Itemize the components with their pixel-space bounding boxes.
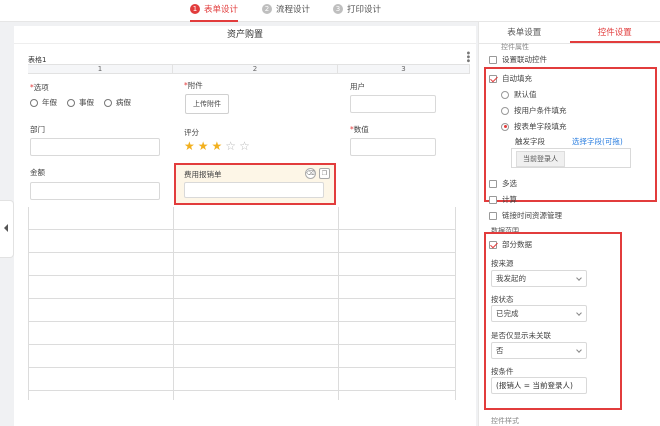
panel-tabs: 表单设置 控件设置 xyxy=(479,22,660,44)
expense-report-input[interactable] xyxy=(184,182,324,198)
step-print-design[interactable]: 3 打印设计 xyxy=(333,3,381,22)
star-icon[interactable]: ★ xyxy=(184,140,195,152)
column-header: 3 xyxy=(338,65,470,73)
rating-stars[interactable]: ★ ★ ★ ☆ ☆ xyxy=(184,140,250,152)
step-number-2: 2 xyxy=(262,4,272,14)
step-label: 流程设计 xyxy=(276,5,311,15)
column-header-row: 1 2 3 xyxy=(28,64,470,74)
trigger-field-row: 触发字段 选择字段(可拖) xyxy=(515,136,623,147)
table-grid: 1 2 3 xyxy=(28,64,470,74)
step-flow-design[interactable]: 2 流程设计 xyxy=(262,3,310,22)
fill-option-default[interactable]: 默认值 xyxy=(501,89,537,100)
trigger-field-label: 触发字段 xyxy=(515,137,545,146)
select-field-link[interactable]: 选择字段(可拖) xyxy=(572,136,623,147)
step-number-1: 1 xyxy=(190,4,200,14)
control-style-heading-cut: 控件样式 xyxy=(491,417,519,425)
amount-label: 金额 xyxy=(30,168,45,177)
star-outline-icon[interactable]: ☆ xyxy=(225,140,236,152)
chevron-down-icon xyxy=(576,347,582,353)
collapse-handle[interactable] xyxy=(0,200,14,258)
form-title: 资产购置 xyxy=(14,26,476,44)
copy-icon[interactable]: ❐ xyxy=(319,168,330,179)
radio-personal-leave[interactable]: 事假 xyxy=(67,97,94,108)
upload-attachment-button[interactable]: 上传附件 xyxy=(185,94,229,114)
options-radio-group: 年假 事假 病假 xyxy=(30,97,131,108)
rating-label: 评分 xyxy=(184,128,199,137)
tab-control-settings[interactable]: 控件设置 xyxy=(569,22,660,43)
chevron-left-icon xyxy=(4,224,8,232)
amount-input[interactable] xyxy=(30,182,160,200)
by-condition-label: 按条件 xyxy=(491,367,514,376)
department-input[interactable] xyxy=(30,138,160,156)
column-header: 1 xyxy=(28,65,173,73)
section-heading-cut: 控件属性 xyxy=(501,43,529,51)
only-unlinked-label: 是否仅显示未关联 xyxy=(491,331,551,340)
step-label: 表单设计 xyxy=(204,5,239,15)
star-icon[interactable]: ★ xyxy=(198,140,209,152)
fill-option-form-field[interactable]: 按表单字段填充 xyxy=(501,121,567,132)
checkbox-icon xyxy=(489,179,497,188)
expense-report-cell[interactable]: 费用报销单 ⌫ ❐ xyxy=(174,163,336,205)
number-label: *数值 xyxy=(350,125,369,134)
fill-option-user-condition[interactable]: 按用户条件填充 xyxy=(501,105,567,116)
multi-select-checkbox[interactable]: 多选 xyxy=(489,178,517,189)
radio-circle-icon xyxy=(30,98,38,107)
chevron-down-icon xyxy=(576,275,582,281)
linked-control-checkbox[interactable]: 设置联动控件 xyxy=(489,54,547,65)
partial-data-checkbox[interactable]: 部分数据 xyxy=(489,239,532,250)
expense-report-label: 费用报销单 xyxy=(184,170,222,179)
by-source-select[interactable]: 我发起的 xyxy=(491,270,587,287)
checkbox-checked-icon xyxy=(489,74,497,83)
by-condition-input[interactable]: (报销人 = 当前登录人) xyxy=(491,377,587,394)
radio-sick-leave[interactable]: 病假 xyxy=(104,97,131,108)
checkbox-checked-icon xyxy=(489,240,497,249)
properties-panel: 表单设置 控件设置 控件属性 设置联动控件 自动填充 默认值 按用户条件填充 按… xyxy=(478,22,660,426)
user-label: 用户 xyxy=(350,82,365,91)
radio-annual-leave[interactable]: 年假 xyxy=(30,97,57,108)
radio-icon xyxy=(501,90,509,99)
radio-circle-icon xyxy=(104,98,112,107)
department-label: 部门 xyxy=(30,125,45,134)
checkbox-icon xyxy=(489,211,497,220)
delete-icon[interactable]: ⌫ xyxy=(305,168,316,179)
by-status-label: 按状态 xyxy=(491,295,514,304)
attachment-label: *附件 xyxy=(184,81,203,90)
user-input[interactable] xyxy=(350,95,436,113)
link-resource-checkbox[interactable]: 链接时间资源管理 xyxy=(489,210,562,221)
number-input[interactable] xyxy=(350,138,436,156)
star-outline-icon[interactable]: ☆ xyxy=(239,140,250,152)
step-number-3: 3 xyxy=(333,4,343,14)
star-icon[interactable]: ★ xyxy=(212,140,223,152)
by-source-label: 按来源 xyxy=(491,259,514,268)
radio-selected-icon xyxy=(501,122,509,131)
radio-circle-icon xyxy=(67,98,75,107)
checkbox-icon xyxy=(489,55,497,64)
calculate-checkbox[interactable]: 计算 xyxy=(489,194,517,205)
cell-actions: ⌫ ❐ xyxy=(305,168,330,179)
radio-icon xyxy=(501,106,509,115)
chevron-down-icon xyxy=(576,310,582,316)
step-label: 打印设计 xyxy=(347,5,382,15)
column-header: 2 xyxy=(173,65,338,73)
tab-form-settings[interactable]: 表单设置 xyxy=(479,22,570,43)
options-label: *选项 xyxy=(30,83,49,92)
by-status-select[interactable]: 已完成 xyxy=(491,305,587,322)
trigger-field-tag[interactable]: 当前登录人 xyxy=(516,151,565,167)
auto-fill-checkbox[interactable]: 自动填充 xyxy=(489,73,532,84)
only-unlinked-select[interactable]: 否 xyxy=(491,342,587,359)
empty-table-rows xyxy=(28,207,456,400)
more-vertical-icon[interactable]: ••• xyxy=(462,50,473,62)
step-bar: 1 表单设计 2 流程设计 3 打印设计 xyxy=(0,0,660,22)
checkbox-icon xyxy=(489,195,497,204)
step-form-design[interactable]: 1 表单设计 xyxy=(190,3,239,22)
